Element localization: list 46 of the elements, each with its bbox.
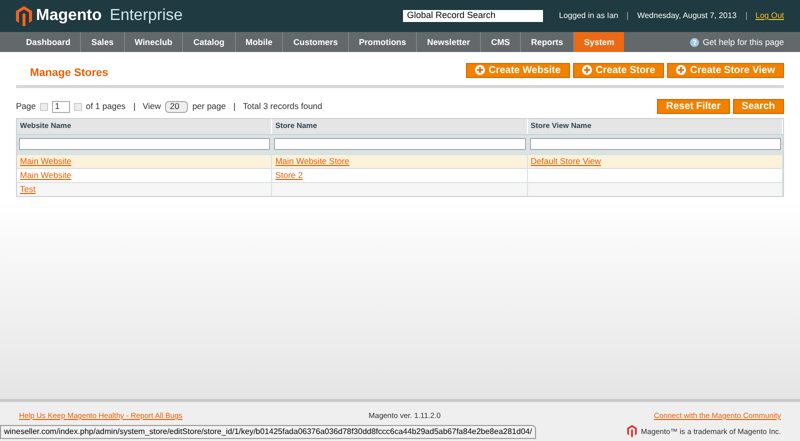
- next-page-icon[interactable]: [74, 102, 82, 110]
- table-row[interactable]: Main Website Main Website Store Default Store View: [17, 154, 783, 168]
- nav-tab[interactable]: Catalog: [183, 32, 236, 52]
- help-link[interactable]: Get help for this page: [702, 36, 784, 48]
- filter-field[interactable]: [530, 138, 781, 150]
- table-link[interactable]: Test: [20, 182, 36, 196]
- nav-tab[interactable]: Promotions: [348, 32, 418, 52]
- global-search-field[interactable]: Global Record Search: [403, 10, 544, 22]
- nav-tab[interactable]: Dashboard: [16, 32, 82, 52]
- filter-field[interactable]: [19, 138, 270, 150]
- logo-subtitle: Enterprise: [110, 6, 183, 26]
- plus-icon: [474, 65, 485, 76]
- nav-tab[interactable]: Wineclub: [124, 32, 184, 52]
- nav-tab[interactable]: Sales: [81, 32, 125, 52]
- table-link[interactable]: Main Website: [20, 168, 72, 182]
- date-text: Wednesday, August 7, 2013: [637, 10, 737, 22]
- url-status-bar: wineseller.com/index.php/admin/system_store/editStore/store_id/1/key/b01425fada06376a036d78f30dd8fccc6ca44b29ad5ab67fa84e2be8ea281d04/: [0, 425, 536, 439]
- table-link[interactable]: Default Store View: [530, 154, 601, 168]
- plus-icon: [676, 65, 686, 76]
- logo-title: Magento: [36, 6, 102, 26]
- nav-tab[interactable]: Customers: [283, 32, 349, 52]
- records-found-text: Total 3 records found: [242, 100, 322, 113]
- logout-link[interactable]: Log Out: [756, 10, 784, 22]
- help-icon: [690, 38, 699, 46]
- table-link[interactable]: Main Website Store: [275, 154, 350, 168]
- hexagon-logo-icon: [626, 425, 637, 438]
- previous-page-icon[interactable]: [40, 102, 48, 110]
- nav-tab[interactable]: Mobile: [236, 32, 284, 52]
- nav-tab[interactable]: System: [574, 32, 624, 52]
- table-row[interactable]: Main Website Store 2: [17, 168, 783, 182]
- nav-tab[interactable]: Newsletter: [417, 32, 482, 52]
- nav-tab[interactable]: CMS: [481, 32, 521, 52]
- page-label: Page: [16, 100, 36, 113]
- table-link[interactable]: Main Website: [20, 154, 72, 168]
- table-link[interactable]: Store 2: [275, 168, 303, 182]
- table-row[interactable]: Test: [17, 182, 783, 196]
- hexagon-logo-icon: [16, 6, 32, 26]
- plus-icon: [582, 65, 592, 76]
- logged-in-text: Logged in as Ian: [559, 10, 618, 22]
- filter-field[interactable]: [274, 138, 526, 150]
- view-label: View: [142, 100, 161, 113]
- per-page-select[interactable]: 20: [164, 100, 188, 112]
- of-pages-text: of 1 pages: [86, 100, 126, 113]
- page-field[interactable]: 1: [52, 100, 70, 112]
- page-title: Manage Stores: [29, 66, 108, 81]
- per-page-label: per page: [192, 100, 226, 113]
